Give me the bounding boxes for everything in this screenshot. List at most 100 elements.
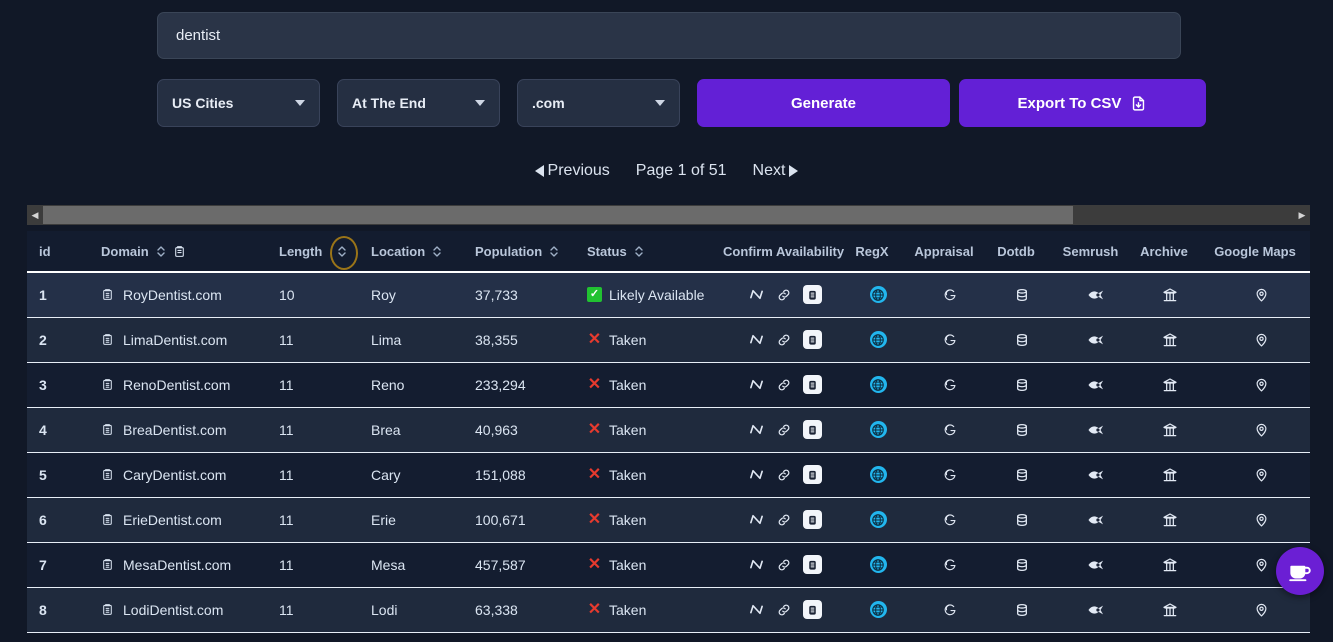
database-icon[interactable] [1014, 332, 1030, 348]
namecheap-icon[interactable] [748, 287, 765, 302]
copy-domain-icon[interactable] [101, 467, 114, 482]
namecheap-icon[interactable] [748, 377, 765, 392]
copy-domain-icon[interactable] [101, 332, 114, 347]
archive-bank-icon[interactable] [1162, 557, 1178, 573]
godaddy-appraisal-icon[interactable] [941, 376, 959, 394]
namecheap-icon[interactable] [748, 332, 765, 347]
registrar-icon[interactable] [803, 510, 822, 529]
archive-bank-icon[interactable] [1162, 332, 1178, 348]
link-icon[interactable] [776, 377, 792, 393]
domain-name[interactable]: RenoDentist.com [123, 377, 230, 393]
godaddy-appraisal-icon[interactable] [941, 511, 959, 529]
semrush-icon[interactable] [1087, 558, 1106, 572]
column-header-domain[interactable]: Domain [89, 231, 267, 273]
godaddy-appraisal-icon[interactable] [941, 286, 959, 304]
generate-button[interactable]: Generate [697, 79, 950, 127]
map-pin-icon[interactable] [1254, 332, 1269, 348]
keyword-position-select[interactable]: At The End [337, 79, 500, 127]
previous-page-button[interactable]: Previous [534, 162, 610, 180]
registrar-icon[interactable] [803, 420, 822, 439]
namecheap-icon[interactable] [748, 512, 765, 527]
semrush-icon[interactable] [1087, 333, 1106, 347]
export-csv-button[interactable]: Export To CSV [959, 79, 1206, 127]
table-row[interactable]: 5 CaryDentist.com 11 Cary 151,088 ✕ Taken [27, 452, 1310, 498]
semrush-icon[interactable] [1087, 468, 1106, 482]
copy-all-domains-icon[interactable] [173, 244, 186, 259]
sort-icon-status[interactable] [634, 245, 644, 258]
link-icon[interactable] [776, 512, 792, 528]
table-row[interactable]: 6 ErieDentist.com 11 Erie 100,671 ✕ Taken [27, 497, 1310, 543]
registrar-icon[interactable] [803, 465, 822, 484]
godaddy-appraisal-icon[interactable] [941, 466, 959, 484]
map-pin-icon[interactable] [1254, 287, 1269, 303]
scrollbar-track[interactable] [43, 205, 1294, 225]
copy-domain-icon[interactable] [101, 557, 114, 572]
archive-bank-icon[interactable] [1162, 287, 1178, 303]
namecheap-icon[interactable] [748, 422, 765, 437]
domain-name[interactable]: CaryDentist.com [123, 467, 226, 483]
map-pin-icon[interactable] [1254, 557, 1269, 573]
column-header-length[interactable]: Length [267, 231, 359, 273]
domain-name[interactable]: LimaDentist.com [123, 332, 227, 348]
map-pin-icon[interactable] [1254, 512, 1269, 528]
database-icon[interactable] [1014, 557, 1030, 573]
archive-bank-icon[interactable] [1162, 467, 1178, 483]
globe-icon[interactable] [869, 421, 887, 438]
domain-name[interactable]: RoyDentist.com [123, 287, 222, 303]
semrush-icon[interactable] [1087, 513, 1106, 527]
archive-bank-icon[interactable] [1162, 602, 1178, 618]
copy-domain-icon[interactable] [101, 512, 114, 527]
semrush-icon[interactable] [1087, 288, 1106, 302]
keyword-search-input[interactable] [157, 12, 1181, 59]
archive-bank-icon[interactable] [1162, 422, 1178, 438]
godaddy-appraisal-icon[interactable] [941, 556, 959, 574]
sort-icon-domain[interactable] [156, 245, 166, 258]
scroll-left-arrow-icon[interactable]: ◀ [27, 205, 43, 225]
domain-name[interactable]: MesaDentist.com [123, 557, 231, 573]
globe-icon[interactable] [869, 376, 887, 393]
globe-icon[interactable] [869, 286, 887, 304]
copy-domain-icon[interactable] [101, 602, 114, 617]
buy-me-a-coffee-button[interactable] [1276, 547, 1324, 595]
link-icon[interactable] [776, 332, 792, 348]
registrar-icon[interactable] [803, 330, 822, 349]
domain-name[interactable]: ErieDentist.com [123, 512, 222, 528]
map-pin-icon[interactable] [1254, 602, 1269, 618]
database-icon[interactable] [1014, 512, 1030, 528]
globe-icon[interactable] [869, 511, 887, 528]
namecheap-icon[interactable] [748, 467, 765, 482]
link-icon[interactable] [776, 557, 792, 573]
godaddy-appraisal-icon[interactable] [941, 421, 959, 439]
column-header-population[interactable]: Population [463, 231, 575, 273]
location-type-select[interactable]: US Cities [157, 79, 320, 127]
tld-select[interactable]: .com [517, 79, 680, 127]
scroll-right-arrow-icon[interactable]: ▶ [1294, 205, 1310, 225]
sort-icon-location[interactable] [432, 245, 442, 258]
next-page-button[interactable]: Next [753, 162, 799, 180]
horizontal-scrollbar[interactable]: ◀ ▶ [27, 205, 1310, 225]
registrar-icon[interactable] [803, 600, 822, 619]
table-row[interactable]: 3 RenoDentist.com 11 Reno 233,294 ✕ Taken [27, 362, 1310, 408]
globe-icon[interactable] [869, 331, 887, 348]
link-icon[interactable] [776, 287, 792, 303]
registrar-icon[interactable] [803, 285, 822, 305]
database-icon[interactable] [1014, 602, 1030, 618]
globe-icon[interactable] [869, 556, 887, 573]
table-row[interactable]: 1 RoyDentist.com 10 Roy 37,733 ✓ Likely Availa… [27, 272, 1310, 318]
database-icon[interactable] [1014, 467, 1030, 483]
namecheap-icon[interactable] [748, 602, 765, 617]
column-header-status[interactable]: Status [575, 231, 723, 273]
semrush-icon[interactable] [1087, 423, 1106, 437]
archive-bank-icon[interactable] [1162, 377, 1178, 393]
semrush-icon[interactable] [1087, 378, 1106, 392]
globe-icon[interactable] [869, 601, 887, 618]
map-pin-icon[interactable] [1254, 377, 1269, 393]
namecheap-icon[interactable] [748, 557, 765, 572]
database-icon[interactable] [1014, 377, 1030, 393]
globe-icon[interactable] [869, 466, 887, 483]
sort-icon-length[interactable] [337, 245, 347, 258]
link-icon[interactable] [776, 602, 792, 618]
copy-domain-icon[interactable] [101, 377, 114, 392]
database-icon[interactable] [1014, 422, 1030, 438]
archive-bank-icon[interactable] [1162, 512, 1178, 528]
